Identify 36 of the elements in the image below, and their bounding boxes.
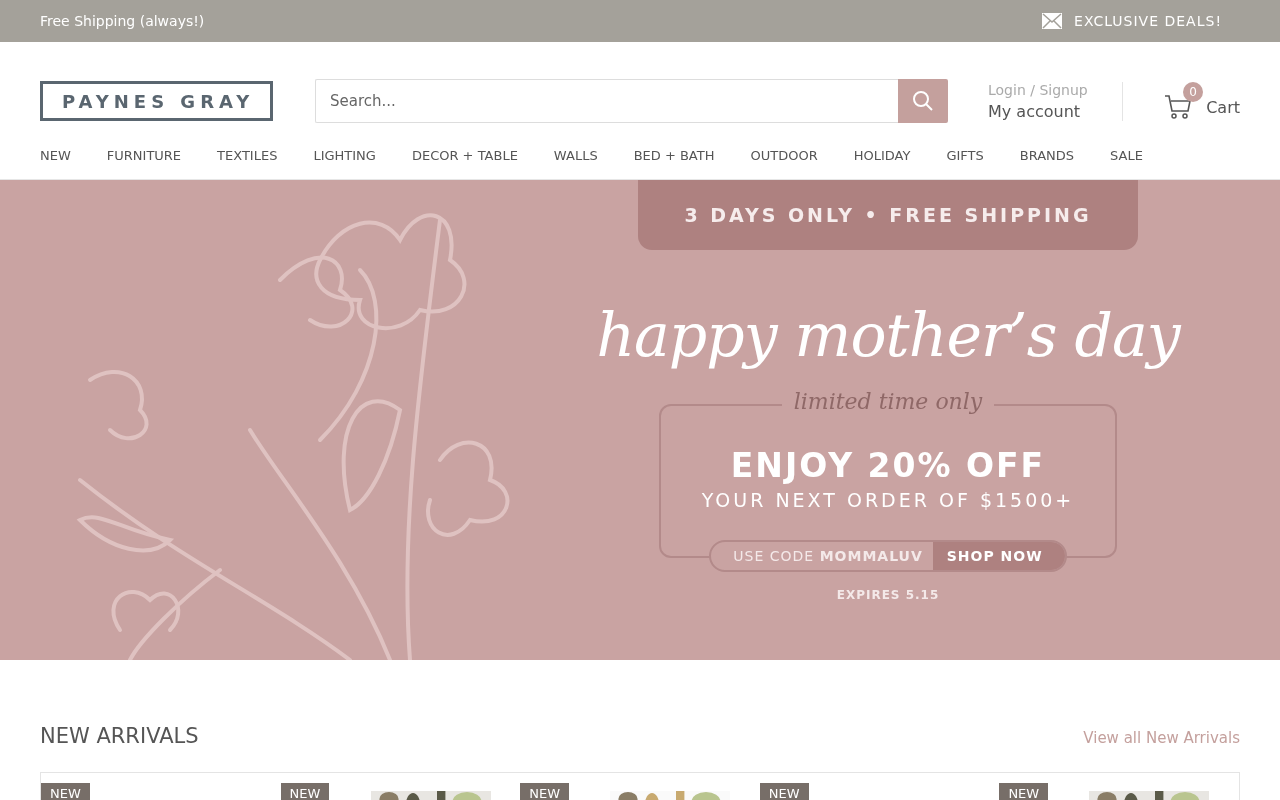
promo-headline: happy mother’s day	[596, 300, 1180, 370]
nav-link[interactable]: BRANDS	[1019, 148, 1075, 179]
nav-link[interactable]: DECOR + TABLE	[411, 148, 518, 179]
nav-link[interactable]: OUTDOOR	[750, 148, 818, 179]
search-icon	[912, 90, 934, 112]
envelope-icon	[1042, 13, 1063, 29]
nav-link[interactable]: WALLS	[553, 148, 598, 179]
new-badge: NEW	[999, 783, 1049, 800]
new-badge: NEW	[280, 783, 330, 800]
new-badge: NEW	[41, 783, 90, 800]
nav-link[interactable]: HOLIDAY	[853, 148, 911, 179]
offer-detail: YOUR NEXT ORDER OF $1500+	[701, 489, 1075, 511]
nav-link[interactable]: BED + BATH	[633, 148, 715, 179]
offer-text: ENJOY 20% OFF	[730, 446, 1046, 485]
promo-tab: 3 DAYS ONLY • FREE SHIPPING	[638, 180, 1138, 250]
nav-link[interactable]: FURNITURE	[106, 148, 182, 179]
new-badge: NEW	[520, 783, 569, 800]
account-link[interactable]: My account	[988, 101, 1088, 121]
search-field[interactable]: Search...	[315, 79, 898, 123]
logo[interactable]: PAYNES GRAY	[40, 81, 273, 121]
nav-link[interactable]: LIGHTING	[313, 148, 376, 179]
expiry-text: EXPIRES 5.15	[836, 588, 940, 602]
cart-icon	[1164, 94, 1193, 120]
nav-link[interactable]: GIFTS	[946, 148, 984, 179]
promo-subheading: limited time only	[781, 389, 995, 414]
promo-code: USE CODE MOMMALUV	[732, 547, 924, 566]
nav-link[interactable]: SALE	[1110, 148, 1143, 179]
nav-link[interactable]: TEXTILES	[217, 148, 278, 179]
nav-link[interactable]: NEW	[40, 148, 71, 179]
deals-text: EXCLUSIVE DEALS!	[1074, 13, 1222, 29]
section-title: NEW ARRIVALS	[40, 724, 199, 748]
cart-count-badge: 0	[1183, 82, 1204, 102]
new-badge: NEW	[759, 783, 809, 800]
cart-link[interactable]: 0 Cart	[1164, 82, 1240, 120]
announcement-text: Free Shipping (always!)	[40, 13, 205, 29]
cart-label: Cart	[1206, 97, 1240, 117]
